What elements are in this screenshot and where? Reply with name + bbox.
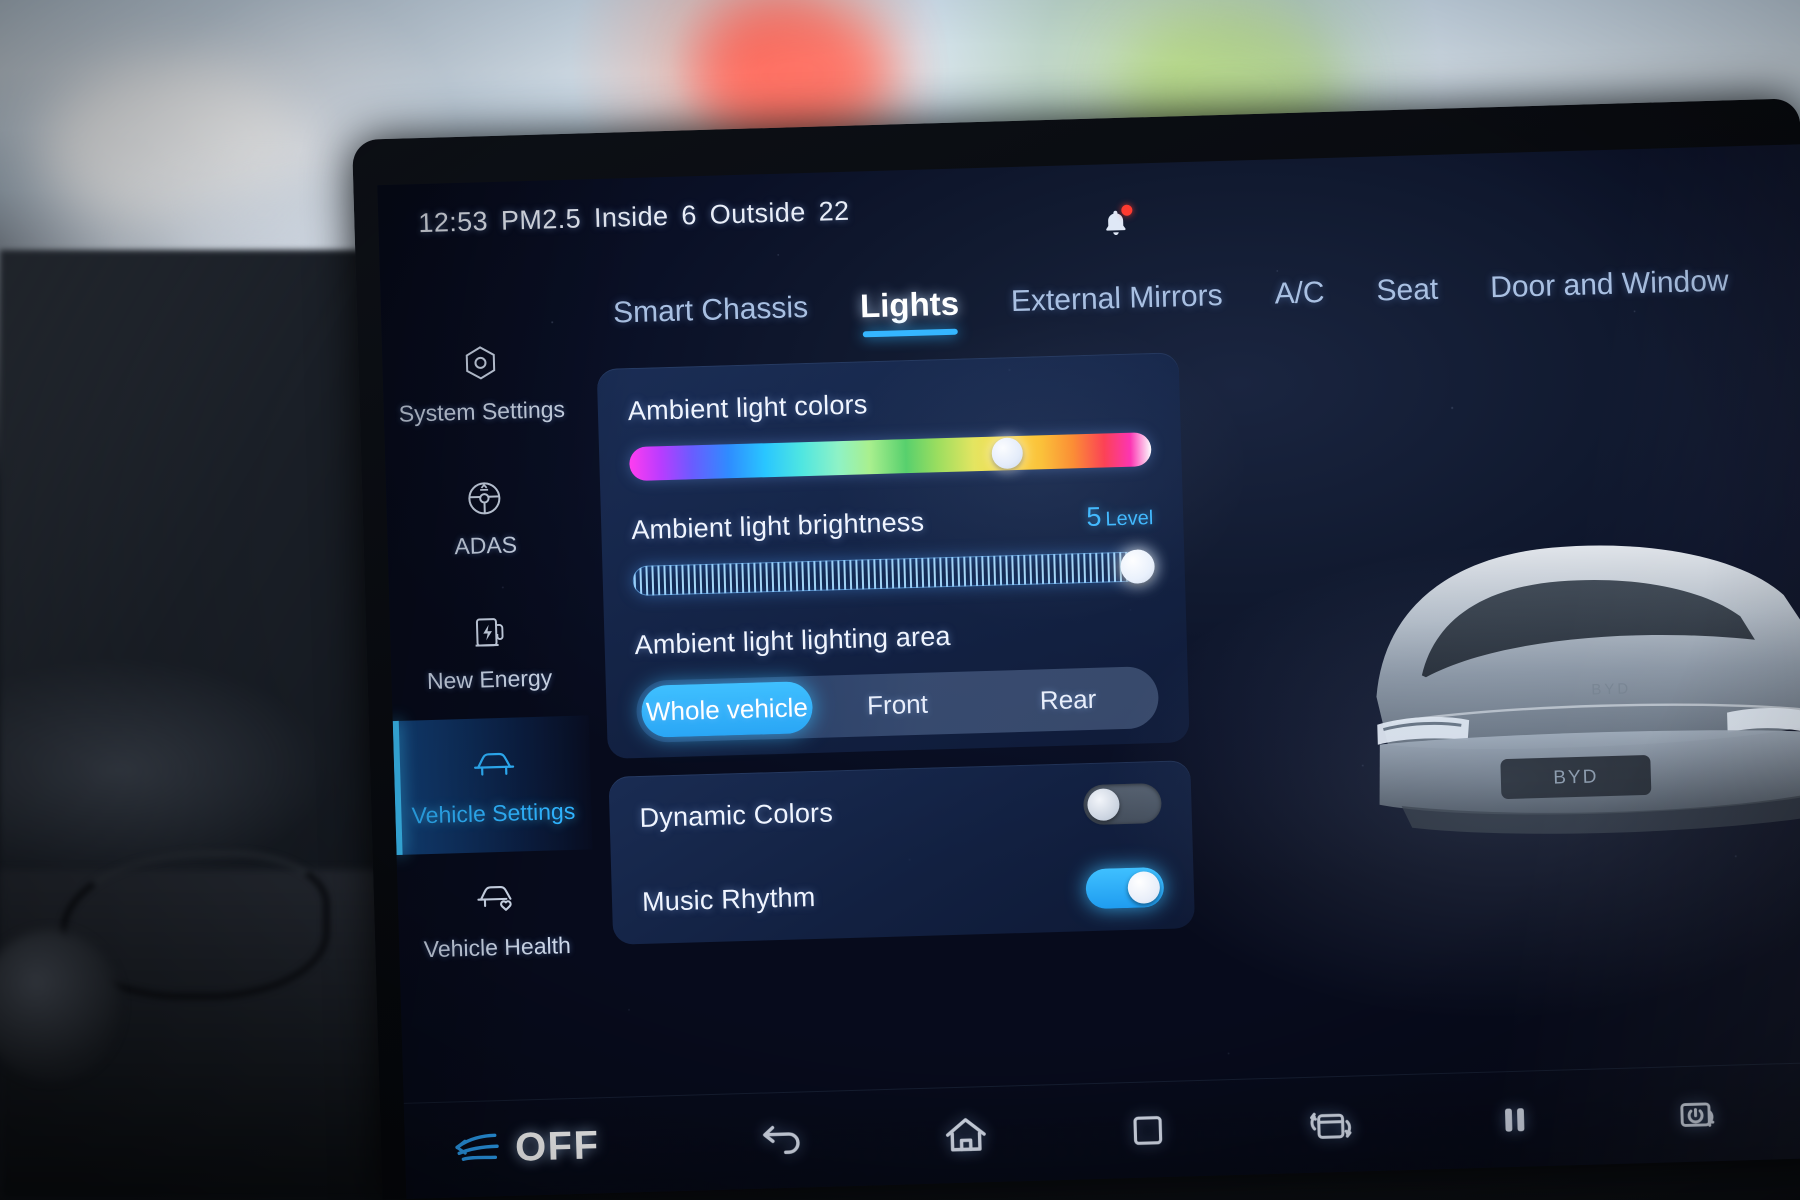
tab-smart-chassis[interactable]: Smart Chassis xyxy=(613,291,809,343)
climate-off-button[interactable]: OFF xyxy=(444,1123,600,1172)
hex-gear-icon xyxy=(458,341,503,386)
screen-power-icon[interactable] xyxy=(1671,1090,1722,1137)
defrost-airflow-icon xyxy=(444,1126,505,1173)
light-effects-card: Dynamic Colors Music Rhythm xyxy=(608,760,1196,945)
charging-station-icon xyxy=(466,609,511,654)
infotainment-screen: 12:53 PM2.5 Inside 6 Outside 22 System S… xyxy=(352,98,1800,1200)
sidebar-item-new-energy[interactable]: New Energy xyxy=(389,581,589,721)
music-rhythm-toggle[interactable] xyxy=(1085,866,1165,910)
row-dynamic-colors: Dynamic Colors xyxy=(638,761,1163,860)
tab-door-and-window[interactable]: Door and Window xyxy=(1490,264,1730,317)
segment-front[interactable]: Front xyxy=(811,676,983,733)
notification-badge xyxy=(1121,204,1133,216)
tab-lights[interactable]: Lights xyxy=(860,285,960,338)
ambient-brightness-slider-knob[interactable] xyxy=(1120,549,1156,585)
svg-text:BYD: BYD xyxy=(1553,766,1599,788)
car-front-icon xyxy=(469,743,515,788)
inside-temp-label: Inside xyxy=(593,200,669,233)
tab-bar: Smart Chassis Lights External Mirrors A/… xyxy=(576,248,1800,357)
settings-content: Ambient light colors Ambient light brigh… xyxy=(596,352,1196,945)
sidebar-item-vehicle-health[interactable]: Vehicle Health xyxy=(397,849,597,989)
home-icon[interactable] xyxy=(940,1110,991,1161)
ambient-brightness-value: 5 xyxy=(1085,501,1102,533)
sidebar-item-system-settings[interactable]: System Settings xyxy=(381,314,581,454)
svg-text:BYD: BYD xyxy=(1591,680,1631,698)
sidebar-item-adas[interactable]: ADAS xyxy=(385,448,585,588)
sidebar-item-label: ADAS xyxy=(454,530,518,559)
ambient-brightness-label: Ambient light brightness xyxy=(630,506,925,546)
sidebar-item-label: Vehicle Health xyxy=(423,931,572,962)
inside-temp-value: 6 xyxy=(680,199,698,231)
tab-ac[interactable]: A/C xyxy=(1274,276,1325,323)
sidebar: System Settings ADAS New Energy Vehicle … xyxy=(380,258,600,1103)
back-icon[interactable] xyxy=(756,1115,807,1166)
segment-rear[interactable]: Rear xyxy=(982,671,1154,728)
segment-whole-vehicle[interactable]: Whole vehicle xyxy=(640,680,813,738)
ambient-light-card: Ambient light colors Ambient light brigh… xyxy=(596,352,1190,759)
screen-surface: 12:53 PM2.5 Inside 6 Outside 22 System S… xyxy=(377,144,1800,1199)
pm25-label: PM2.5 xyxy=(500,202,582,236)
bell-icon xyxy=(1100,204,1133,239)
dynamic-colors-label: Dynamic Colors xyxy=(639,796,834,833)
ambient-color-slider-knob[interactable] xyxy=(991,437,1024,470)
climate-off-label: OFF xyxy=(514,1123,601,1170)
outside-temp-label: Outside xyxy=(709,196,807,230)
clock-time: 12:53 xyxy=(417,205,489,238)
status-bar-info: 12:53 PM2.5 Inside 6 Outside 22 xyxy=(418,195,850,238)
dynamic-colors-toggle[interactable] xyxy=(1082,782,1163,826)
outside-temp-value: 22 xyxy=(818,195,850,227)
steering-wheel-icon xyxy=(462,475,507,520)
ambient-colors-label: Ambient light colors xyxy=(627,389,868,427)
sidebar-item-label: System Settings xyxy=(398,395,566,427)
ambient-color-slider[interactable] xyxy=(628,432,1152,482)
tab-seat[interactable]: Seat xyxy=(1376,273,1439,321)
sidebar-item-vehicle-settings[interactable]: Vehicle Settings xyxy=(392,715,593,856)
ambient-area-label: Ambient light lighting area xyxy=(634,620,952,661)
music-rhythm-label: Music Rhythm xyxy=(641,881,816,917)
ambient-brightness-unit: Level xyxy=(1105,507,1154,531)
notification-button[interactable] xyxy=(1100,204,1133,239)
row-music-rhythm: Music Rhythm xyxy=(641,845,1165,944)
rotate-screen-icon[interactable] xyxy=(1304,1100,1357,1149)
tab-external-mirrors[interactable]: External Mirrors xyxy=(1010,279,1223,331)
ambient-area-segmented-control: Whole vehicle Front Rear xyxy=(635,666,1160,744)
ambient-brightness-value-group: 5 Level xyxy=(1086,500,1154,533)
toggle-knob xyxy=(1127,871,1161,904)
recent-apps-icon[interactable] xyxy=(1124,1106,1171,1153)
car-heart-icon xyxy=(473,877,518,922)
ambient-brightness-slider[interactable] xyxy=(632,549,1156,597)
sidebar-item-label: Vehicle Settings xyxy=(411,797,576,829)
vehicle-illustration: BYD BYD xyxy=(1220,473,1800,911)
pause-icon[interactable] xyxy=(1491,1096,1538,1143)
sidebar-item-label: New Energy xyxy=(426,663,553,694)
system-nav-icons xyxy=(599,1085,1800,1170)
toggle-knob xyxy=(1086,788,1120,822)
